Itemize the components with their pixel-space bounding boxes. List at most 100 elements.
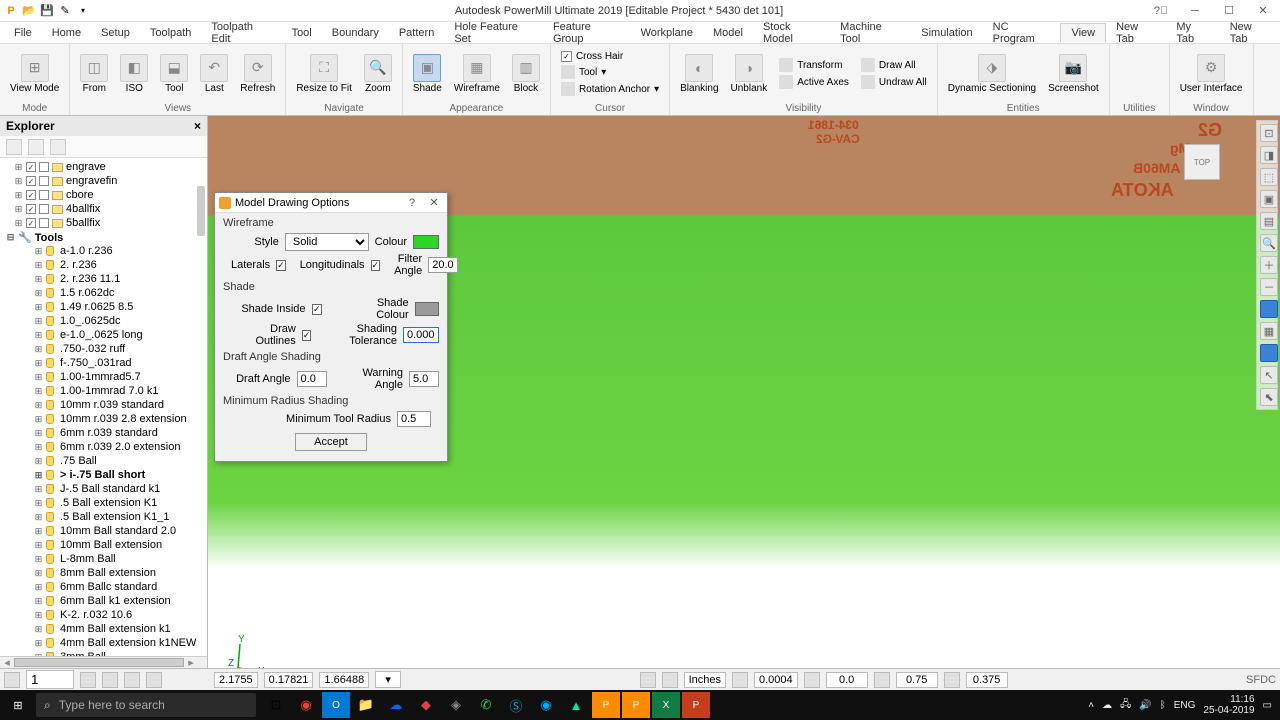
tab-view[interactable]: View xyxy=(1060,23,1106,42)
tab-workplane[interactable]: Workplane xyxy=(631,24,703,42)
dialog-help-icon[interactable]: ? xyxy=(403,197,421,209)
vp-tool-zoomin-icon[interactable]: ＋ xyxy=(1260,256,1278,274)
task-teams[interactable]: ☁ xyxy=(382,692,410,718)
tool-item[interactable]: ⊞1.0_.0625dc xyxy=(0,314,207,328)
status-spacing-icon[interactable] xyxy=(804,672,820,688)
tab-setup[interactable]: Setup xyxy=(91,24,140,42)
task-powermill[interactable]: P xyxy=(592,692,620,718)
tool-item[interactable]: ⊞.5 Ball extension K1_1 xyxy=(0,510,207,524)
user-interface-button[interactable]: ⚙User Interface xyxy=(1176,52,1247,96)
resize-button[interactable]: ⛶Resize to Fit xyxy=(292,52,356,96)
dynamic-sectioning-button[interactable]: ⬗Dynamic Sectioning xyxy=(944,52,1040,96)
status-cmd-input[interactable] xyxy=(26,670,74,689)
draft-angle-input[interactable] xyxy=(297,371,327,387)
from-button[interactable]: ◫From xyxy=(76,52,112,96)
tool-item[interactable]: ⊞4mm Ball extension k1 xyxy=(0,622,207,636)
status-icon-4[interactable] xyxy=(124,672,140,688)
zoom-button[interactable]: 🔍Zoom xyxy=(360,52,396,96)
tab-machine-tool[interactable]: Machine Tool xyxy=(830,18,911,48)
tray-net-icon[interactable]: 🖧 xyxy=(1120,697,1131,714)
shading-tolerance-input[interactable] xyxy=(403,327,439,343)
view-mode-button[interactable]: ⊞View Mode xyxy=(6,52,63,96)
laterals-checkbox[interactable]: ✓ xyxy=(276,260,286,271)
tool-item[interactable]: ⊞.75 Ball xyxy=(0,454,207,468)
vp-tool-shade2-icon[interactable] xyxy=(1260,344,1278,362)
tool-item[interactable]: ⊞1.00-1mmrad5.7 xyxy=(0,370,207,384)
tab-pattern[interactable]: Pattern xyxy=(389,24,444,42)
accept-button[interactable]: Accept xyxy=(295,433,367,451)
explorer-tool-1[interactable] xyxy=(6,139,22,155)
tab-home[interactable]: Home xyxy=(42,24,91,42)
tool-item[interactable]: ⊞6mm r.039 standard xyxy=(0,426,207,440)
status-icon-5[interactable] xyxy=(146,672,162,688)
save-icon[interactable]: 💾 xyxy=(40,4,54,18)
crosshair-toggle[interactable]: ✓Cross Hair xyxy=(557,50,663,63)
shade-inside-checkbox[interactable]: ✓ xyxy=(312,304,322,315)
tray-notif-icon[interactable]: ▭ xyxy=(1263,700,1272,711)
task-chrome[interactable]: ◉ xyxy=(292,692,320,718)
wireframe-colour-swatch[interactable] xyxy=(413,235,439,249)
tool-item[interactable]: ⊞J-.5 Ball standard k1 xyxy=(0,482,207,496)
status-grid-icon[interactable] xyxy=(640,672,656,688)
tool-item[interactable]: ⊞10mm r.039 2.8 extension xyxy=(0,412,207,426)
view-cube[interactable]: TOP xyxy=(1184,144,1220,180)
scrollbar-thumb[interactable] xyxy=(197,186,205,236)
os-search[interactable]: ⌕ Type here to search xyxy=(36,693,256,717)
transform-button[interactable]: Transform xyxy=(775,57,853,73)
status-target-icon[interactable] xyxy=(732,672,748,688)
status-ruler-icon[interactable] xyxy=(662,672,678,688)
tool-view-button[interactable]: ⬓Tool xyxy=(156,52,192,96)
blanking-button[interactable]: ◐Blanking xyxy=(676,52,722,96)
tab-new-tab[interactable]: New Tab xyxy=(1106,18,1166,48)
tool-item[interactable]: ⊞6mm Ball k1 extension xyxy=(0,594,207,608)
tray-lang[interactable]: ENG xyxy=(1174,700,1196,711)
vp-tool-zoomout-icon[interactable]: － xyxy=(1260,278,1278,296)
last-button[interactable]: ↶Last xyxy=(196,52,232,96)
tool-item[interactable]: ⊞1.5 r.062dc xyxy=(0,286,207,300)
tool-item[interactable]: ⊞10mm Ball extension xyxy=(0,538,207,552)
filter-angle-input[interactable] xyxy=(428,257,458,273)
tool-item[interactable]: ⊞2. r.236 xyxy=(0,258,207,272)
tree-item[interactable]: ⊞✓4ballfix xyxy=(0,202,207,216)
tab-file[interactable]: File xyxy=(4,24,42,42)
tool-item[interactable]: ⊞L-8mm Ball xyxy=(0,552,207,566)
status-tool-icon[interactable] xyxy=(4,672,20,688)
tab-nc-program[interactable]: NC Program xyxy=(983,18,1061,48)
tree-item[interactable]: ⊞✓engravefin xyxy=(0,174,207,188)
task-view-icon[interactable]: ⊡ xyxy=(262,692,290,718)
tool-item[interactable]: ⊞6mm r.039 2.0 extension xyxy=(0,440,207,454)
task-powermill-2[interactable]: P xyxy=(622,692,650,718)
tree-item[interactable]: ⊞✓cbore xyxy=(0,188,207,202)
status-icon-3[interactable] xyxy=(102,672,118,688)
tool-item[interactable]: ⊞a-1.0 r.236 xyxy=(0,244,207,258)
vp-tool-zoom-icon[interactable]: 🔍 xyxy=(1260,234,1278,252)
tab-new-tab[interactable]: New Tab xyxy=(1220,18,1280,48)
vp-tool-iso-icon[interactable]: ◨ xyxy=(1260,146,1278,164)
refresh-button[interactable]: ⟳Refresh xyxy=(236,52,279,96)
tab-toolpath-edit[interactable]: Toolpath Edit xyxy=(201,18,281,48)
task-explorer[interactable]: 📁 xyxy=(352,692,380,718)
task-outlook[interactable]: O xyxy=(322,692,350,718)
task-autodesk[interactable]: ▲ xyxy=(562,692,590,718)
cursor-tool-button[interactable]: Tool ▾ xyxy=(557,64,663,80)
tab-boundary[interactable]: Boundary xyxy=(322,24,389,42)
shade-button[interactable]: ▣Shade xyxy=(409,52,446,96)
vp-tool-cube-icon[interactable]: ⬚ xyxy=(1260,168,1278,186)
unblank-button[interactable]: ◑Unblank xyxy=(727,52,772,96)
task-app3[interactable]: ◉ xyxy=(532,692,560,718)
tab-feature-group[interactable]: Feature Group xyxy=(543,18,631,48)
brush-icon[interactable]: ✎ xyxy=(58,4,72,18)
style-select[interactable]: Solid xyxy=(285,233,369,251)
vp-tool-cursor-icon[interactable]: ↖ xyxy=(1260,366,1278,384)
dialog-close-icon[interactable]: ✕ xyxy=(425,196,443,209)
tree-tools-header[interactable]: ⊟🔧 Tools xyxy=(0,230,207,244)
tab-hole-feature-set[interactable]: Hole Feature Set xyxy=(444,18,543,48)
warning-angle-input[interactable] xyxy=(409,371,439,387)
wireframe-button[interactable]: ▦Wireframe xyxy=(450,52,504,96)
tray-clock[interactable]: 11:1625-04-2019 xyxy=(1203,694,1254,716)
tool-item[interactable]: ⊞K-2. r.032 10.6 xyxy=(0,608,207,622)
block-button[interactable]: ▥Block xyxy=(508,52,544,96)
qat-dropdown-icon[interactable]: ▾ xyxy=(76,4,90,18)
start-button[interactable]: ⊞ xyxy=(0,690,36,720)
open-icon[interactable]: 📂 xyxy=(22,4,36,18)
